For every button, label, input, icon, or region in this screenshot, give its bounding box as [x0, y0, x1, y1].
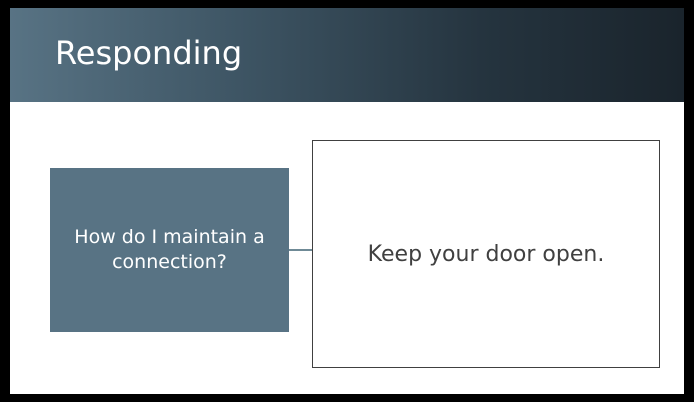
slide: Responding How do I maintain a connectio… [10, 8, 684, 394]
answer-text: Keep your door open. [367, 241, 605, 267]
slide-title: Responding [55, 34, 243, 72]
connector-line [289, 249, 312, 251]
title-bar: Responding [10, 8, 684, 102]
answer-box: Keep your door open. [312, 140, 660, 368]
question-text: How do I maintain a connection? [74, 226, 265, 273]
question-box: How do I maintain a connection? [50, 168, 289, 332]
